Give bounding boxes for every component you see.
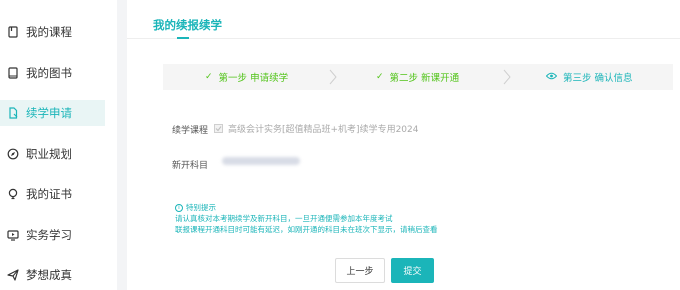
sidebar-item-practice[interactable]: 实务学习 bbox=[0, 222, 105, 248]
chevron-right-icon bbox=[503, 69, 511, 85]
course-label: 续学课程 bbox=[172, 126, 209, 136]
subject-label: 新开科目 bbox=[172, 161, 209, 171]
course-value: 高级会计实务[超值精品班+机考]续学专用2024 bbox=[228, 125, 419, 135]
sidebar-item-label: 职业规划 bbox=[26, 147, 72, 161]
sidebar-item-my-courses[interactable]: 我的课程 bbox=[0, 19, 105, 45]
notice-box: i 特别提示 请认真核对本考期续学及新开科目，一旦开通便需参加本年度考试 联报课… bbox=[175, 202, 438, 235]
sidebar-item-label: 梦想成真 bbox=[26, 268, 72, 282]
sidebar-item-my-books[interactable]: 我的图书 bbox=[0, 60, 105, 86]
book-icon bbox=[6, 25, 20, 39]
submit-button[interactable]: 提交 bbox=[391, 258, 434, 283]
step-1: ✓ 第一步 申请续学 bbox=[205, 64, 288, 90]
compass-icon bbox=[6, 147, 20, 161]
step-3: 第三步 确认信息 bbox=[545, 64, 633, 90]
lightbulb-icon bbox=[6, 187, 20, 201]
steps-bar: ✓ 第一步 申请续学 ✓ 第二步 新课开通 第三步 确认信息 bbox=[163, 64, 673, 90]
check-icon: ✓ bbox=[376, 72, 384, 82]
sidebar-item-renewal[interactable]: 续学申请 bbox=[0, 100, 105, 126]
sidebar-item-label: 我的图书 bbox=[26, 66, 72, 80]
chevron-right-icon bbox=[329, 69, 337, 85]
info-icon: i bbox=[175, 203, 183, 212]
sidebar: 我的课程 我的图书 续学申请 职业规划 我的证书 实务学习 梦想成真 bbox=[0, 0, 117, 290]
step-label: 第三步 确认信息 bbox=[563, 73, 633, 84]
step-2: ✓ 第二步 新课开通 bbox=[376, 64, 459, 90]
book-2-icon bbox=[6, 66, 20, 80]
notice-line: 请认真核对本考期续学及新开科目，一旦开通便需参加本年度考试 bbox=[175, 214, 393, 223]
sidebar-item-certificates[interactable]: 我的证书 bbox=[0, 181, 105, 207]
step-label: 第二步 新课开通 bbox=[389, 73, 460, 84]
page-title: 我的续报续学 bbox=[153, 18, 222, 32]
main-panel: 我的续报续学 ✓ 第一步 申请续学 ✓ 第二步 新课开通 第三步 确认信息 续学… bbox=[127, 0, 680, 290]
notice-line: 联报课程开通科目时可能有延迟，如刚开通的科目未在班次下显示，请稍后查看 bbox=[175, 225, 438, 234]
eye-icon bbox=[545, 72, 558, 83]
title-divider bbox=[127, 38, 680, 39]
step-label: 第一步 申请续学 bbox=[218, 73, 289, 84]
prev-button[interactable]: 上一步 bbox=[335, 258, 385, 283]
check-icon: ✓ bbox=[205, 72, 213, 82]
course-checkbox[interactable] bbox=[214, 124, 223, 133]
monitor-icon bbox=[6, 228, 20, 242]
sidebar-item-label: 实务学习 bbox=[26, 228, 72, 242]
sidebar-item-label: 我的证书 bbox=[26, 187, 72, 201]
document-icon bbox=[6, 106, 20, 120]
notice-title: 特别提示 bbox=[186, 203, 216, 212]
course-option: 高级会计实务[超值精品班+机考]续学专用2024 bbox=[214, 122, 418, 135]
sidebar-item-label: 我的课程 bbox=[26, 25, 72, 39]
sidebar-item-label: 续学申请 bbox=[26, 106, 72, 120]
title-underline bbox=[177, 37, 189, 39]
paper-plane-icon bbox=[6, 268, 20, 282]
sidebar-item-career[interactable]: 职业规划 bbox=[0, 141, 105, 167]
subject-value-redacted bbox=[222, 157, 300, 165]
sidebar-item-dream[interactable]: 梦想成真 bbox=[0, 262, 105, 288]
